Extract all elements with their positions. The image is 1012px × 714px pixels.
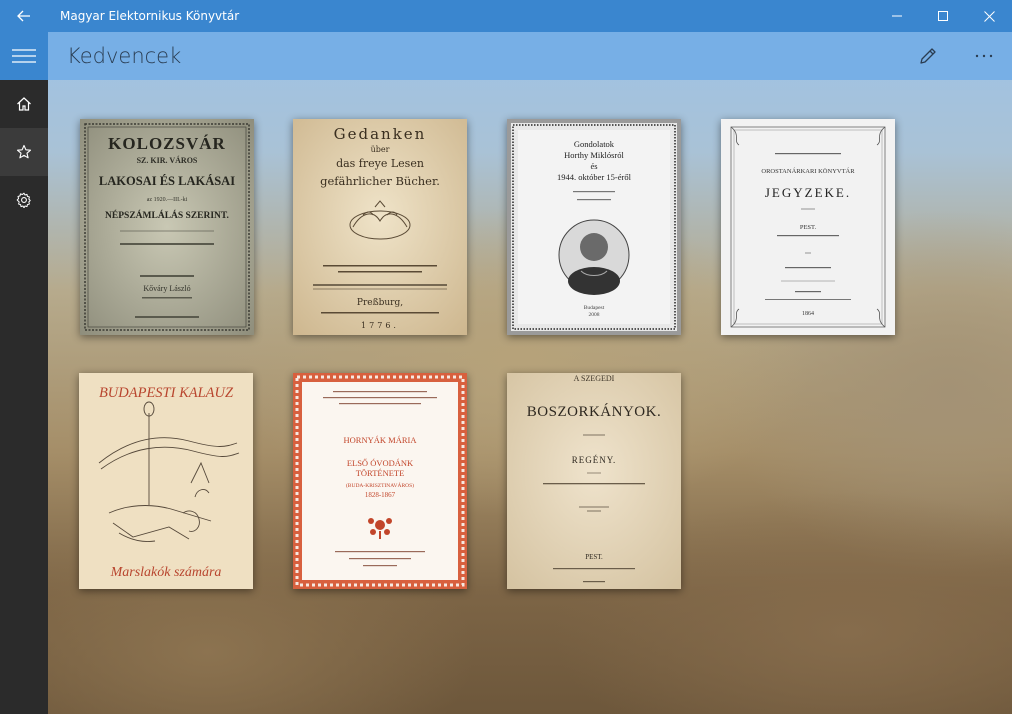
book-cover-jegyzeke[interactable]: OROSTANÁRKARI KÖNYVTÁR JEGYZEKE. PEST. 1… [721,119,895,335]
book3-line2: Horthy Miklósról [564,150,624,160]
edit-button[interactable] [900,32,956,80]
book4-line3: PEST. [800,224,817,231]
book3-line1: Gondolatok [574,139,615,149]
maximize-icon [938,11,948,21]
menu-button[interactable] [0,32,48,80]
book2-line2: über [371,145,390,154]
book7-line3: REGÉNY. [572,455,617,465]
book2-line4: gefährlicher Bücher. [320,174,440,188]
book-cover-boszorkanyok[interactable]: A SZEGEDI BOSZORKÁNYOK. REGÉNY. PEST. [507,373,681,589]
book2-line6: 1776. [361,321,399,330]
book1-line4: az 1920.—III.-ki [147,197,188,203]
book1-line5: NÉPSZÁMLÁLÁS SZERINT. [105,209,229,221]
close-button[interactable] [966,0,1012,32]
more-button[interactable] [956,32,1012,80]
book3-line4: 1944. október 15-éről [557,172,632,182]
book-cover-image: OROSTANÁRKARI KÖNYVTÁR JEGYZEKE. PEST. 1… [721,119,895,335]
more-icon [975,54,993,58]
maximize-button[interactable] [920,0,966,32]
back-button[interactable] [0,0,48,32]
book1-line1: KOLOZSVÁR [108,134,226,153]
page-title: Kedvencek [67,44,182,68]
book-cover-elso-ovodank[interactable]: HORNYÁK MÁRIA ELSŐ ÓVODÁNK TÖRTÉNETE (BU… [293,373,467,589]
pencil-icon [920,48,936,64]
minimize-button[interactable] [874,0,920,32]
book-cover-gedanken[interactable]: Gedanken über das freye Lesen gefährlich… [293,119,467,335]
close-icon [983,10,995,22]
book-cover-image: Gondolatok Horthy Miklósról és 1944. okt… [507,119,681,335]
main-content: Kedvencek KOLOZSVÁR SZ. KIR. VÁROS LAKOS… [48,32,1012,714]
book6-line2: ELSŐ ÓVODÁNK [347,458,414,468]
star-icon [16,144,32,159]
book4-line4: 1864 [802,311,814,317]
page-header: Kedvencek [48,32,1012,80]
gear-icon [16,192,31,208]
book-cover-image: BUDAPESTI KALAUZ Marslakók számára [79,373,253,589]
book1-line3: LAKOSAI ÉS LAKÁSAI [99,174,235,188]
book-cover-gondolatok[interactable]: Gondolatok Horthy Miklósról és 1944. okt… [507,119,681,335]
book-cover-kolozsvar[interactable]: KOLOZSVÁR SZ. KIR. VÁROS LAKOSAI ÉS LAKÁ… [80,119,254,335]
book7-line1: A SZEGEDI [574,374,615,383]
navigation-rail [0,32,48,714]
book3-line6: 2008 [589,312,600,318]
book-cover-image: Gedanken über das freye Lesen gefährlich… [293,119,467,335]
book5-line2: Marslakók számára [110,565,222,580]
book1-line2: SZ. KIR. VÁROS [137,155,198,165]
book2-line5: Preßburg, [357,298,403,308]
window-title: Magyar Elektornikus Könyvtár [60,9,240,23]
book6-line3: TÖRTÉNETE [356,468,405,478]
book6-line5: 1828-1867 [365,491,396,499]
minimize-icon [892,15,902,17]
book7-line2: BOSZORKÁNYOK. [527,403,661,420]
book4-line1: OROSTANÁRKARI KÖNYVTÁR [761,167,855,175]
book4-line2: JEGYZEKE. [765,185,851,200]
book-cover-budapesti-kalauz[interactable]: BUDAPESTI KALAUZ Marslakók számára [79,373,253,589]
nav-settings[interactable] [0,176,48,224]
book3-line5: Budapest [584,305,605,311]
book2-line1: Gedanken [334,125,427,143]
hamburger-menu-icon [12,49,36,63]
back-arrow-icon [17,10,30,22]
book1-line6: Kőváry László [143,284,190,293]
nav-home[interactable] [0,80,48,128]
book-cover-image: A SZEGEDI BOSZORKÁNYOK. REGÉNY. PEST. [507,373,681,589]
book-cover-image: HORNYÁK MÁRIA ELSŐ ÓVODÁNK TÖRTÉNETE (BU… [293,373,467,589]
book2-line3: das freye Lesen [336,157,424,170]
book6-line4: (BUDA-KRISZTINAVÁROS) [346,481,414,489]
nav-favorites[interactable] [0,128,48,176]
home-icon [17,97,31,111]
book6-line1: HORNYÁK MÁRIA [344,435,418,445]
book5-line1: BUDAPESTI KALAUZ [99,385,234,401]
book3-line3: és [590,161,597,171]
title-bar: Magyar Elektornikus Könyvtár [0,0,1012,32]
book7-line4: PEST. [585,553,603,561]
book-cover-image: KOLOZSVÁR SZ. KIR. VÁROS LAKOSAI ÉS LAKÁ… [80,119,254,335]
